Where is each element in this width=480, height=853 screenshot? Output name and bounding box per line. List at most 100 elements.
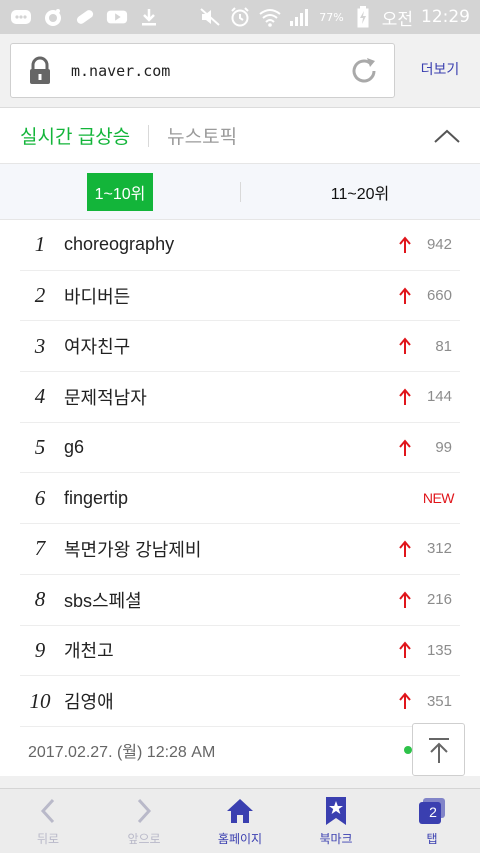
keyword[interactable]: choreography	[64, 234, 398, 255]
rank-change: 135	[426, 641, 452, 659]
message-icon	[10, 8, 32, 26]
ranking-list: 1 choreography 942 2 바디버든 660 3 여자친구 8 1 …	[0, 220, 480, 727]
range-selector: 1~10위 11~20위	[0, 164, 480, 220]
update-timestamp: 2017.02.27. (월) 12:28 AM	[28, 744, 216, 761]
camera-icon	[42, 8, 64, 26]
tab-realtime[interactable]: 실시간 급상승	[20, 122, 130, 149]
forward-label: 앞으로	[127, 831, 161, 846]
keyword[interactable]: g6	[64, 437, 398, 458]
tab-count: 2	[429, 803, 437, 820]
tab-news-topic[interactable]: 뉴스토픽	[167, 122, 237, 149]
list-item[interactable]: 10 김영애 351	[20, 676, 460, 727]
rank-number: 9	[34, 637, 46, 662]
browser-bottom-toolbar: 뒤로 앞으로 홈페이지 북마크 2 탭	[0, 788, 480, 853]
tab-divider	[148, 124, 150, 147]
tabs-label: 탭	[426, 831, 438, 846]
home-icon	[225, 796, 255, 826]
rank-change: 99	[435, 439, 452, 457]
browser-address-bar: m.naver.com 더보기	[0, 34, 480, 108]
battery-percent: 77%	[319, 10, 344, 24]
range-divider	[240, 182, 241, 202]
list-item[interactable]: 4 문제적남자 144	[20, 372, 460, 423]
tabs-icon: 2	[417, 796, 447, 826]
list-item[interactable]: 7 복면가왕 강남제비 312	[20, 524, 460, 575]
rank-change: 660	[426, 287, 452, 305]
url-text[interactable]: m.naver.com	[71, 62, 348, 80]
more-button[interactable]: 더보기	[410, 59, 470, 83]
list-item[interactable]: 8 sbs스페셜 216	[20, 575, 460, 626]
up-arrow-icon	[398, 236, 412, 254]
back-button[interactable]: 뒤로	[0, 789, 96, 853]
rank-number: 2	[34, 283, 46, 308]
list-item[interactable]: 5 g6 99	[20, 423, 460, 474]
rank-change: 216	[426, 591, 452, 609]
keyword[interactable]: 바디버든	[64, 283, 398, 309]
range-11-20[interactable]: 11~20위	[240, 164, 480, 219]
list-item[interactable]: 9 개천고 135	[20, 626, 460, 677]
list-item[interactable]: 2 바디버든 660	[20, 271, 460, 322]
bookmark-icon	[321, 796, 351, 826]
up-arrow-icon	[398, 337, 412, 355]
rank-change: 81	[435, 337, 452, 355]
status-bar: 77% 오전 12:29	[0, 0, 480, 34]
chevron-left-icon	[33, 796, 63, 826]
scroll-to-top-button[interactable]	[412, 723, 465, 776]
keyword[interactable]: fingertip	[64, 488, 423, 509]
back-label: 뒤로	[36, 831, 60, 846]
status-ampm: 오전	[381, 9, 413, 30]
rank-number: 8	[34, 587, 46, 612]
new-badge: NEW	[422, 490, 455, 507]
reload-icon[interactable]	[348, 55, 380, 87]
up-arrow-icon	[398, 540, 412, 558]
realtime-ranking-panel: 실시간 급상승 뉴스토픽 1~10위 11~20위 1 choreography…	[0, 108, 480, 776]
panel-header: 실시간 급상승 뉴스토픽	[0, 108, 480, 164]
pill-icon	[74, 8, 96, 26]
list-item[interactable]: 3 여자친구 81	[20, 321, 460, 373]
home-button[interactable]: 홈페이지	[192, 789, 288, 853]
rank-change: 144	[426, 388, 452, 406]
rank-number: 3	[34, 333, 46, 358]
up-arrow-icon	[398, 591, 412, 609]
chevron-up-icon[interactable]	[432, 126, 462, 146]
bookmark-label: 북마크	[319, 831, 353, 846]
keyword[interactable]: 문제적남자	[64, 384, 398, 410]
tabs-button[interactable]: 2 탭	[384, 789, 480, 853]
alarm-icon	[229, 7, 251, 27]
wifi-icon	[259, 8, 281, 27]
range-1-10-label: 1~10위	[86, 172, 154, 211]
rank-change: 312	[426, 540, 452, 558]
rank-number: 1	[34, 232, 46, 257]
forward-button[interactable]: 앞으로	[96, 789, 192, 853]
up-arrow-icon	[398, 388, 412, 406]
arrow-up-to-top-icon	[428, 737, 449, 763]
list-item[interactable]: 6 fingertip NEW	[20, 473, 460, 525]
home-label: 홈페이지	[217, 831, 263, 846]
keyword[interactable]: sbs스페셜	[64, 587, 398, 613]
range-11-20-label: 11~20위	[330, 185, 390, 203]
lock-icon	[27, 56, 57, 86]
live-indicator-dot	[404, 746, 412, 754]
rank-number: 6	[34, 485, 46, 510]
download-icon	[138, 8, 160, 26]
range-1-10[interactable]: 1~10위	[0, 164, 240, 219]
status-time: 12:29	[421, 7, 470, 27]
list-item[interactable]: 1 choreography 942	[20, 220, 460, 271]
rank-number: 5	[34, 435, 46, 460]
keyword[interactable]: 여자친구	[64, 333, 398, 359]
up-arrow-icon	[398, 439, 412, 457]
up-arrow-icon	[398, 692, 412, 710]
mute-icon	[199, 8, 221, 26]
rank-change: 942	[426, 236, 452, 254]
up-arrow-icon	[398, 286, 412, 305]
chevron-right-icon	[129, 796, 159, 826]
rank-change: 351	[426, 692, 452, 710]
bookmark-button[interactable]: 북마크	[288, 789, 384, 853]
battery-charging-icon	[352, 6, 374, 28]
keyword[interactable]: 개천고	[64, 637, 398, 663]
url-field[interactable]: m.naver.com	[10, 43, 395, 98]
keyword[interactable]: 김영애	[64, 688, 398, 714]
rank-number: 10	[29, 688, 51, 713]
signal-icon	[289, 8, 311, 26]
up-arrow-icon	[398, 641, 412, 659]
keyword[interactable]: 복면가왕 강남제비	[64, 536, 398, 562]
